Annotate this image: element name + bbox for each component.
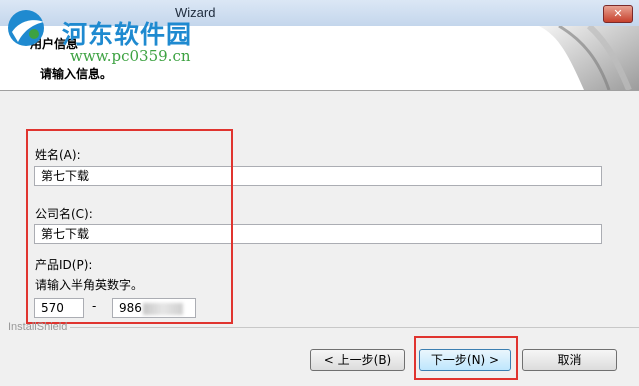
next-button[interactable]: 下一步(N) > xyxy=(419,349,511,371)
watermark-title: 河东软件园 xyxy=(62,20,193,49)
watermark-logo-icon xyxy=(8,10,44,46)
highlight-box-form xyxy=(26,129,233,324)
watermark-url: www.pc0359.cn xyxy=(70,47,191,65)
back-button[interactable]: < 上一步(B) xyxy=(310,349,405,371)
cancel-button[interactable]: 取消 xyxy=(522,349,617,371)
header-subtitle: 请输入信息。 xyxy=(40,67,113,81)
footer-separator xyxy=(70,327,639,328)
header-art-icon xyxy=(539,26,639,90)
installshield-brand: InstallShield xyxy=(8,321,68,333)
close-button[interactable]: ✕ xyxy=(603,5,633,23)
